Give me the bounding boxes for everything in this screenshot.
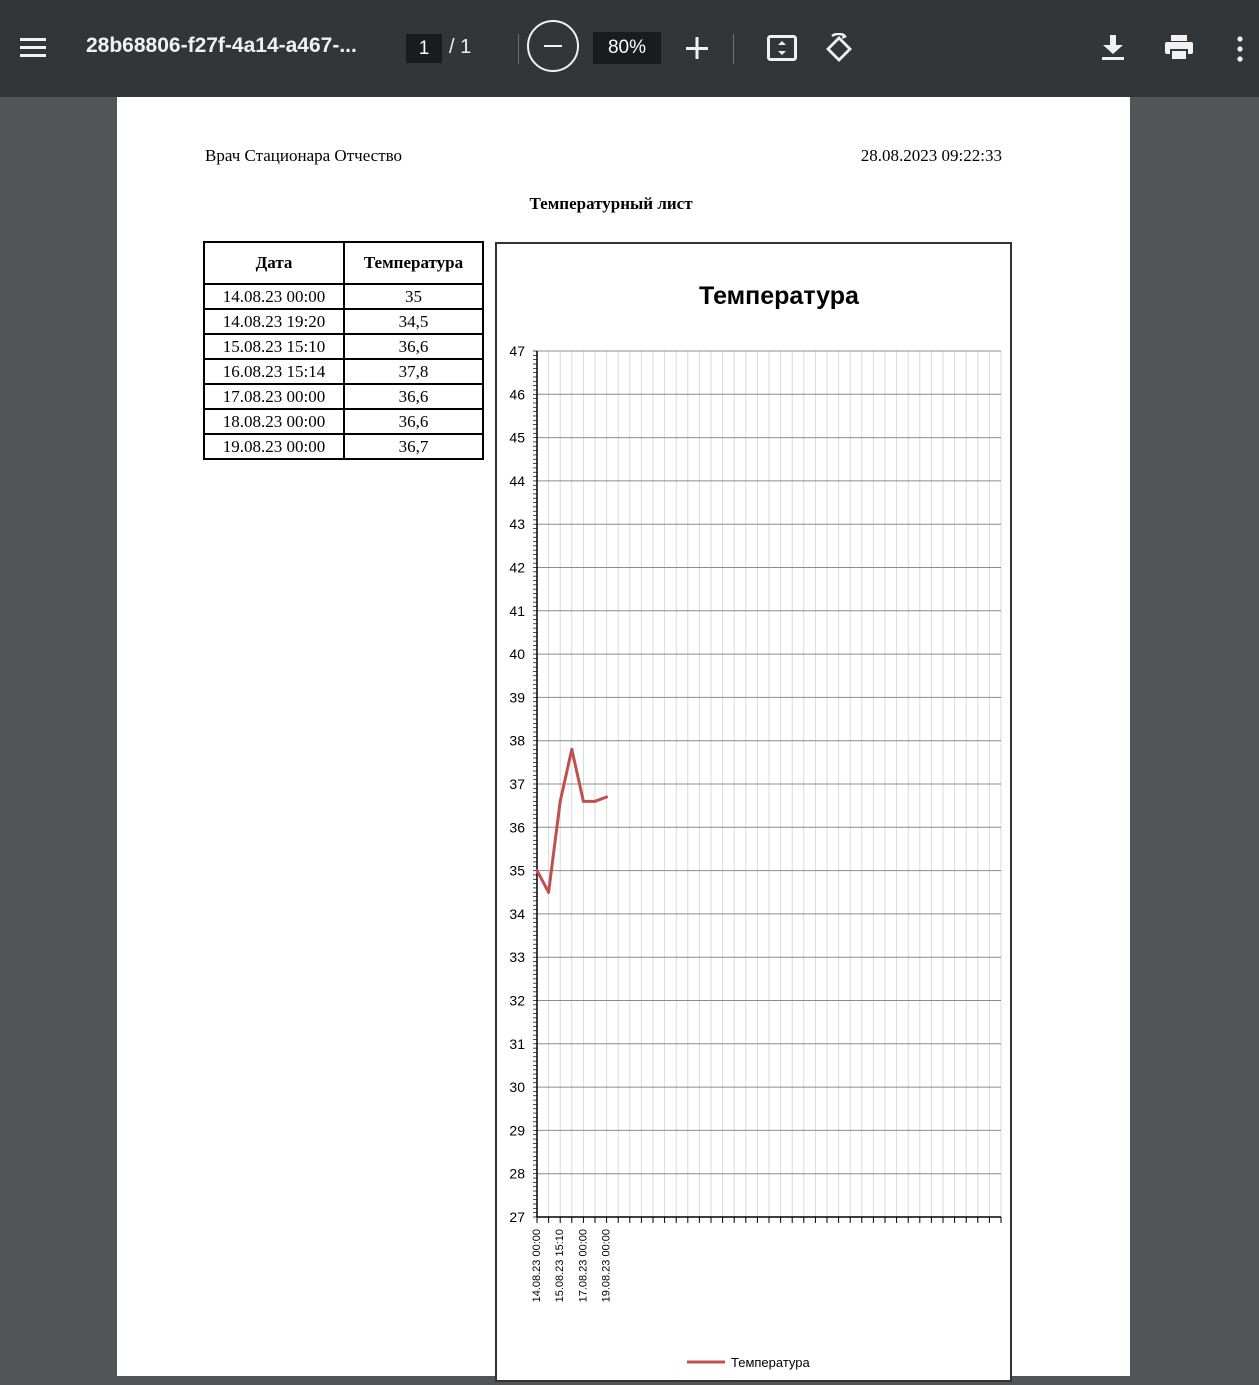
data-point	[558, 799, 562, 803]
y-tick-label: 27	[509, 1209, 525, 1225]
y-tick-label: 44	[509, 473, 525, 489]
temperature-cell: 37,8	[343, 358, 484, 385]
print-icon[interactable]	[1165, 35, 1193, 61]
date-cell: 15.08.23 15:10	[203, 333, 345, 360]
date-cell: 19.08.23 00:00	[203, 433, 345, 460]
menu-icon[interactable]	[20, 37, 46, 59]
temperature-cell: 36,7	[343, 433, 484, 460]
zoom-out-button[interactable]	[527, 20, 579, 72]
y-tick-label: 30	[509, 1079, 525, 1095]
y-tick-label: 39	[509, 689, 525, 705]
data-point	[593, 799, 597, 803]
temperature-cell: 34,5	[343, 308, 484, 335]
data-point	[535, 869, 539, 873]
date-cell: 17.08.23 00:00	[203, 383, 345, 410]
download-icon[interactable]	[1101, 35, 1125, 61]
x-tick-label: 14.08.23 00:00	[531, 1229, 543, 1302]
y-tick-label: 46	[509, 386, 525, 402]
data-point	[547, 890, 551, 894]
chart-title: Температура	[699, 282, 860, 310]
table-row: 19.08.23 00:00 36,7	[203, 433, 484, 460]
temperature-cell: 36,6	[343, 383, 484, 410]
table-row: 14.08.23 19:20 34,5	[203, 308, 484, 335]
report-datetime: 28.08.2023 09:22:33	[860, 146, 1002, 165]
y-tick-label: 37	[509, 776, 525, 792]
temperature-cell: 36,6	[343, 333, 484, 360]
table-header-row: Дата Температура	[203, 241, 484, 285]
y-tick-label: 45	[509, 430, 525, 446]
temperature-chart: Температура 27 28 29 30 31 32 33 34 35 36 37 38 39 40 4…	[509, 282, 1002, 1370]
toolbar-divider	[518, 34, 519, 64]
pdf-toolbar: 28b68806-f27f-4a14-a467-... 1 / 1 80%	[0, 0, 1259, 97]
data-point	[605, 795, 609, 799]
temperature-cell: 35	[343, 283, 484, 310]
pdf-page: Врач Стационара Отчество 28.08.2023 09:2…	[117, 97, 1130, 1382]
date-cell: 14.08.23 19:20	[203, 308, 345, 335]
column-header: Температура	[343, 241, 484, 285]
column-header: Дата	[203, 241, 345, 285]
zoom-in-button[interactable]	[686, 37, 708, 59]
y-tick-label: 34	[509, 906, 525, 922]
x-tick-label: 15.08.23 15:10	[554, 1229, 566, 1302]
table-row: 17.08.23 00:00 36,6	[203, 383, 484, 410]
data-point	[570, 747, 574, 751]
table-row: 15.08.23 15:10 36,6	[203, 333, 484, 360]
data-point	[581, 799, 585, 803]
more-options-icon[interactable]	[1236, 36, 1244, 62]
y-tick-label: 42	[509, 560, 525, 576]
date-cell: 18.08.23 00:00	[203, 408, 345, 435]
y-tick-label: 31	[509, 1036, 525, 1052]
temperature-cell: 36,6	[343, 408, 484, 435]
doctor-name: Врач Стационара Отчество	[205, 146, 403, 165]
legend-label: Температура	[731, 1355, 811, 1370]
document-filename: 28b68806-f27f-4a14-a467-...	[86, 34, 357, 57]
table-row: 18.08.23 00:00 36,6	[203, 408, 484, 435]
x-tick-label: 17.08.23 00:00	[577, 1229, 589, 1302]
page-number-input[interactable]: 1	[406, 34, 442, 63]
y-tick-label: 40	[509, 646, 525, 662]
y-tick-label: 38	[509, 733, 525, 749]
y-tick-label: 41	[509, 603, 525, 619]
y-tick-label: 33	[509, 949, 525, 965]
y-tick-label: 43	[509, 516, 525, 532]
y-tick-label: 28	[509, 1166, 525, 1182]
y-tick-label: 32	[509, 993, 525, 1009]
x-tick-label: 19.08.23 00:00	[601, 1229, 613, 1302]
table-row: 16.08.23 15:14 37,8	[203, 358, 484, 385]
rotate-icon[interactable]	[823, 33, 855, 63]
y-tick-label: 36	[509, 819, 525, 835]
temperature-table: Дата Температура 14.08.23 00:00 35 14.08.…	[203, 241, 484, 460]
temperature-chart-frame: Температура 27 28 29 30 31 32 33 34 35 36 37 38 39 40 4…	[495, 242, 1012, 1382]
document-title: Температурный лист	[529, 194, 693, 213]
fit-page-icon[interactable]	[767, 35, 797, 61]
table-row: 14.08.23 00:00 35	[203, 283, 484, 310]
date-cell: 14.08.23 00:00	[203, 283, 345, 310]
date-cell: 16.08.23 15:14	[203, 358, 345, 385]
zoom-level-input[interactable]: 80%	[593, 32, 661, 64]
page-count: / 1	[449, 36, 472, 58]
y-tick-label: 47	[509, 343, 525, 359]
toolbar-divider	[733, 34, 734, 64]
y-tick-label: 35	[509, 863, 525, 879]
y-tick-label: 29	[509, 1122, 525, 1138]
